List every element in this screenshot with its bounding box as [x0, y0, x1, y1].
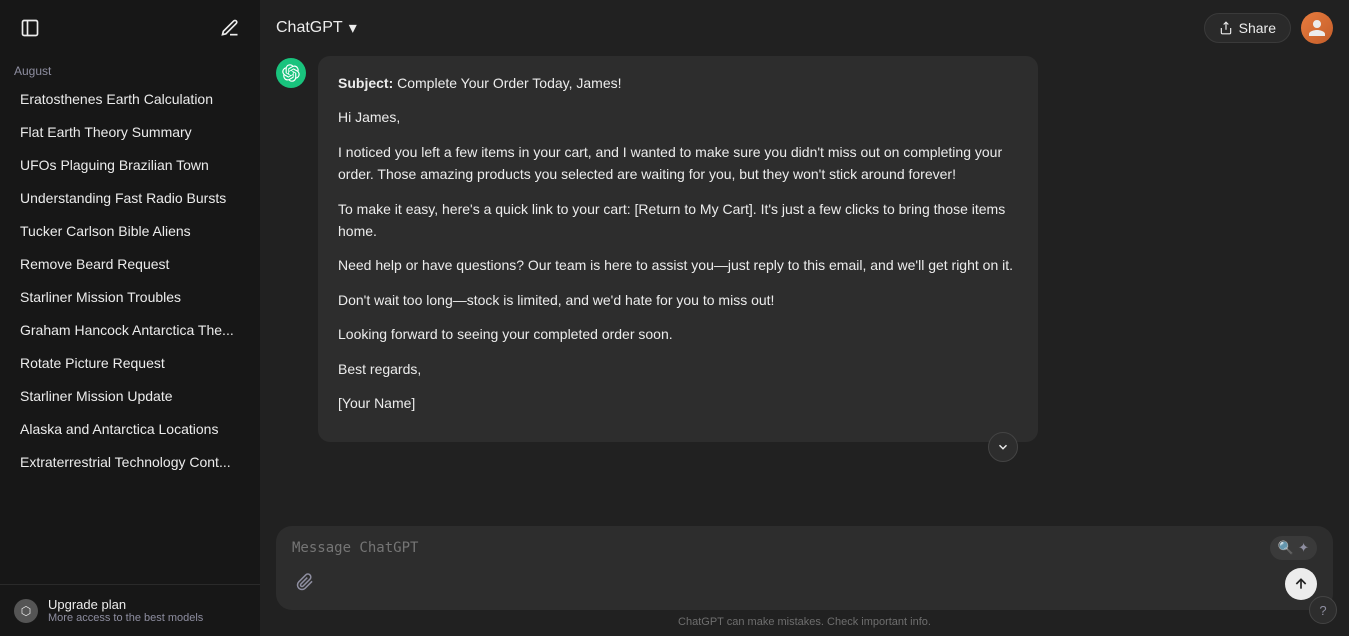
openai-icon	[282, 64, 300, 82]
share-icon	[1219, 21, 1233, 35]
para-1: Hi James,	[338, 106, 1018, 128]
sidebar-item-alaska[interactable]: Alaska and Antarctica Locations	[6, 413, 254, 445]
input-area: 🔍 ✦ ChatGPT can ma	[260, 518, 1349, 636]
attach-button[interactable]	[292, 569, 318, 600]
input-row: 🔍 ✦	[292, 536, 1317, 560]
subject-value: Complete Your Order Today, James!	[393, 75, 621, 91]
sidebar-item-flat-earth[interactable]: Flat Earth Theory Summary	[6, 116, 254, 148]
input-icons-group: 🔍 ✦	[1270, 536, 1317, 560]
help-button[interactable]: ?	[1309, 596, 1337, 624]
upgrade-footer[interactable]: ⬡ Upgrade plan More access to the best m…	[0, 584, 260, 636]
share-button[interactable]: Share	[1204, 13, 1291, 43]
upgrade-icon: ⬡	[14, 599, 38, 623]
para-2: I noticed you left a few items in your c…	[338, 141, 1018, 186]
upgrade-text-block: Upgrade plan More access to the best mod…	[48, 597, 203, 624]
avatar-icon	[1307, 18, 1327, 38]
subject-label: Subject:	[338, 75, 393, 91]
search-icon: 🔍	[1278, 540, 1294, 556]
sidebar-item-extraterrestrial[interactable]: Extraterrestrial Technology Cont...	[6, 446, 254, 478]
para-6: Looking forward to seeing your completed…	[338, 323, 1018, 345]
main-content: ChatGPT ▾ Share	[260, 0, 1349, 636]
topbar: ChatGPT ▾ Share	[260, 0, 1349, 56]
user-avatar[interactable]	[1301, 12, 1333, 44]
bot-avatar	[276, 58, 306, 88]
message-input[interactable]	[292, 540, 1270, 556]
sidebar-item-starliner2[interactable]: Starliner Mission Update	[6, 380, 254, 412]
subject-line: Subject: Complete Your Order Today, Jame…	[338, 72, 1018, 94]
paperclip-icon	[296, 573, 314, 591]
sidebar-item-eratosthenes[interactable]: Eratosthenes Earth Calculation	[6, 83, 254, 115]
new-chat-button[interactable]	[214, 12, 246, 44]
send-icon	[1293, 576, 1309, 592]
share-label: Share	[1239, 20, 1276, 36]
upgrade-title: Upgrade plan	[48, 597, 203, 612]
send-button[interactable]	[1285, 568, 1317, 600]
chat-area: Subject: Complete Your Order Today, Jame…	[260, 56, 1349, 518]
para-4: Need help or have questions? Our team is…	[338, 254, 1018, 276]
sidebar-item-ufos[interactable]: UFOs Plaguing Brazilian Town	[6, 149, 254, 181]
para-5: Don't wait too long—stock is limited, an…	[338, 289, 1018, 311]
sparkle-icon: ✦	[1298, 540, 1309, 556]
sidebar-item-rotate[interactable]: Rotate Picture Request	[6, 347, 254, 379]
sidebar-item-graham[interactable]: Graham Hancock Antarctica The...	[6, 314, 254, 346]
sidebar-section-label: August	[0, 56, 260, 82]
para-7: Best regards,	[338, 358, 1018, 380]
chevron-down-icon: ▾	[349, 18, 357, 38]
app-title-button[interactable]: ChatGPT ▾	[276, 18, 357, 38]
sidebar-item-beard[interactable]: Remove Beard Request	[6, 248, 254, 280]
sidebar-item-starliner[interactable]: Starliner Mission Troubles	[6, 281, 254, 313]
sidebar: August Eratosthenes Earth Calculation Fl…	[0, 0, 260, 636]
input-box: 🔍 ✦	[276, 526, 1333, 610]
para-8: [Your Name]	[338, 392, 1018, 414]
sidebar-list: Eratosthenes Earth Calculation Flat Eart…	[0, 82, 260, 584]
scroll-down-button[interactable]	[988, 432, 1018, 462]
sidebar-item-tucker[interactable]: Tucker Carlson Bible Aliens	[6, 215, 254, 247]
model-icons[interactable]: 🔍 ✦	[1270, 536, 1317, 560]
message-bubble: Subject: Complete Your Order Today, Jame…	[318, 56, 1038, 442]
topbar-right: Share	[1204, 12, 1333, 44]
message-row: Subject: Complete Your Order Today, Jame…	[276, 56, 1333, 442]
sidebar-header	[0, 0, 260, 56]
app-title-text: ChatGPT	[276, 19, 343, 37]
input-actions	[292, 568, 1317, 600]
upgrade-subtitle: More access to the best models	[48, 612, 203, 624]
para-3: To make it easy, here's a quick link to …	[338, 198, 1018, 243]
sidebar-item-radio-bursts[interactable]: Understanding Fast Radio Bursts	[6, 182, 254, 214]
footer-note: ChatGPT can make mistakes. Check importa…	[276, 610, 1333, 632]
toggle-sidebar-button[interactable]	[14, 12, 46, 44]
chevron-down-icon	[996, 440, 1010, 454]
